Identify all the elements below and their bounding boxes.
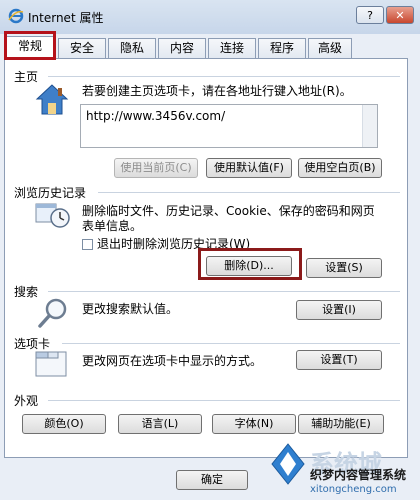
homepage-instruction: 若要创建主页选项卡，请在各地址行键入地址(R)。 <box>82 84 352 98</box>
title-bar: Internet 属性 ? ✕ <box>0 0 420 34</box>
tabs-section-description: 更改网页在选项卡中显示的方式。 <box>82 354 263 368</box>
tab-privacy[interactable]: 隐私 <box>108 38 156 58</box>
tab-connections[interactable]: 连接 <box>208 38 256 58</box>
tabs-settings-button[interactable]: 设置(T) <box>296 350 382 370</box>
watermark-text: 织梦内容管理系统 <box>310 468 407 482</box>
use-default-button[interactable]: 使用默认值(F) <box>206 158 292 178</box>
search-description: 更改搜索默认值。 <box>82 302 179 316</box>
history-description-line1: 删除临时文件、历史记录、Cookie、保存的密码和网页 <box>82 204 375 218</box>
accessibility-button[interactable]: 辅助功能(E) <box>298 414 384 434</box>
divider <box>48 400 400 401</box>
magnifier-icon <box>38 298 67 328</box>
url-scrollbar[interactable] <box>362 105 377 147</box>
tabbed-window-icon <box>35 351 67 377</box>
close-button[interactable]: ✕ <box>386 6 414 24</box>
window-title: Internet 属性 <box>28 11 104 25</box>
highlight-box-general-tab <box>4 31 56 60</box>
history-description-line2: 表单信息。 <box>82 219 143 233</box>
use-current-button[interactable]: 使用当前页(C) <box>114 158 198 178</box>
highlight-box-delete-button <box>198 248 302 280</box>
search-heading: 搜索 <box>14 285 39 299</box>
history-heading: 浏览历史记录 <box>14 186 87 200</box>
delete-on-exit-checkbox[interactable] <box>82 239 93 250</box>
divider <box>48 76 400 77</box>
colors-button[interactable]: 颜色(O) <box>22 414 106 434</box>
history-icon <box>35 203 70 228</box>
use-blank-button[interactable]: 使用空白页(B) <box>298 158 382 178</box>
languages-button[interactable]: 语言(L) <box>118 414 202 434</box>
watermark: 系统城 织梦内容管理系统 xitongcheng.com <box>270 440 420 500</box>
fonts-button[interactable]: 字体(N) <box>212 414 296 434</box>
internet-explorer-icon <box>8 8 24 24</box>
tab-advanced[interactable]: 高级 <box>308 38 352 58</box>
homepage-url-field[interactable]: http://www.3456v.com/ <box>80 104 378 148</box>
search-settings-button[interactable]: 设置(I) <box>296 300 382 320</box>
tab-content[interactable]: 内容 <box>158 38 206 58</box>
tab-security[interactable]: 安全 <box>58 38 106 58</box>
home-icon <box>35 84 69 115</box>
watermark-logo-icon <box>271 443 305 485</box>
divider <box>62 343 400 344</box>
help-button[interactable]: ? <box>356 6 384 24</box>
divider <box>98 192 400 193</box>
homepage-url-text: http://www.3456v.com/ <box>86 109 226 123</box>
tab-programs[interactable]: 程序 <box>258 38 306 58</box>
ok-button[interactable]: 确定 <box>176 470 248 490</box>
divider <box>48 291 400 292</box>
watermark-url: xitongcheng.com <box>310 484 397 495</box>
appearance-heading: 外观 <box>14 394 39 408</box>
history-settings-button[interactable]: 设置(S) <box>306 258 382 278</box>
